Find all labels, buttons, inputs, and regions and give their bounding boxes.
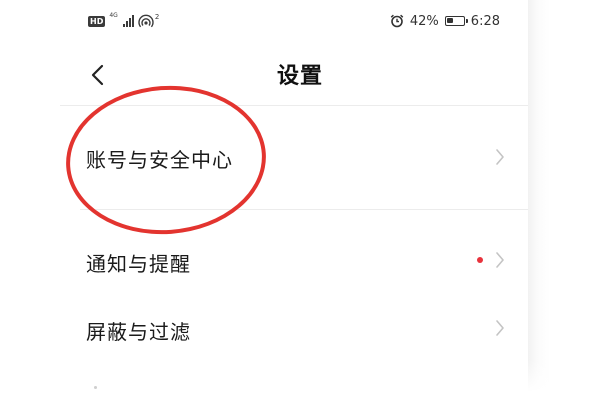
page-title: 设置	[276, 64, 323, 89]
chevron-right-icon	[496, 320, 504, 336]
signal-icon	[122, 15, 134, 27]
settings-item-label: 通知与提醒	[86, 252, 191, 276]
hotspot-count: 2	[154, 13, 160, 21]
settings-item-label: 账号与安全中心	[86, 148, 233, 172]
network-type-label: 4G	[109, 12, 118, 19]
status-bar-left: HD 4G 2	[88, 13, 159, 29]
partial-row-remnant	[94, 386, 97, 389]
clock: 6:28	[470, 13, 500, 29]
hd-badge: HD	[88, 15, 106, 27]
battery-percent: 42%	[409, 13, 439, 29]
settings-item-block-filter[interactable]: 屏蔽与过滤	[60, 294, 528, 362]
row-divider	[80, 209, 528, 210]
status-bar: HD 4G 2 42% 6:28	[0, 0, 528, 40]
chevron-right-icon	[496, 252, 504, 268]
battery-icon	[444, 16, 468, 26]
status-bar-right: 42% 6:28	[390, 12, 500, 30]
notification-dot	[477, 257, 483, 263]
hotspot-icon	[138, 14, 154, 28]
battery-level-fill	[446, 18, 453, 23]
settings-item-account-security[interactable]: 账号与安全中心	[60, 106, 528, 208]
settings-item-label: 屏蔽与过滤	[86, 320, 191, 344]
settings-screen: HD 4G 2 42% 6:28 设置 账号与安全中心 通知与提醒 屏蔽与过滤	[0, 0, 600, 400]
bottom-fade	[0, 360, 600, 400]
chevron-right-icon	[496, 149, 504, 165]
alarm-icon	[390, 14, 404, 28]
page-header: 设置	[60, 48, 528, 104]
settings-item-notifications[interactable]: 通知与提醒	[60, 226, 528, 294]
